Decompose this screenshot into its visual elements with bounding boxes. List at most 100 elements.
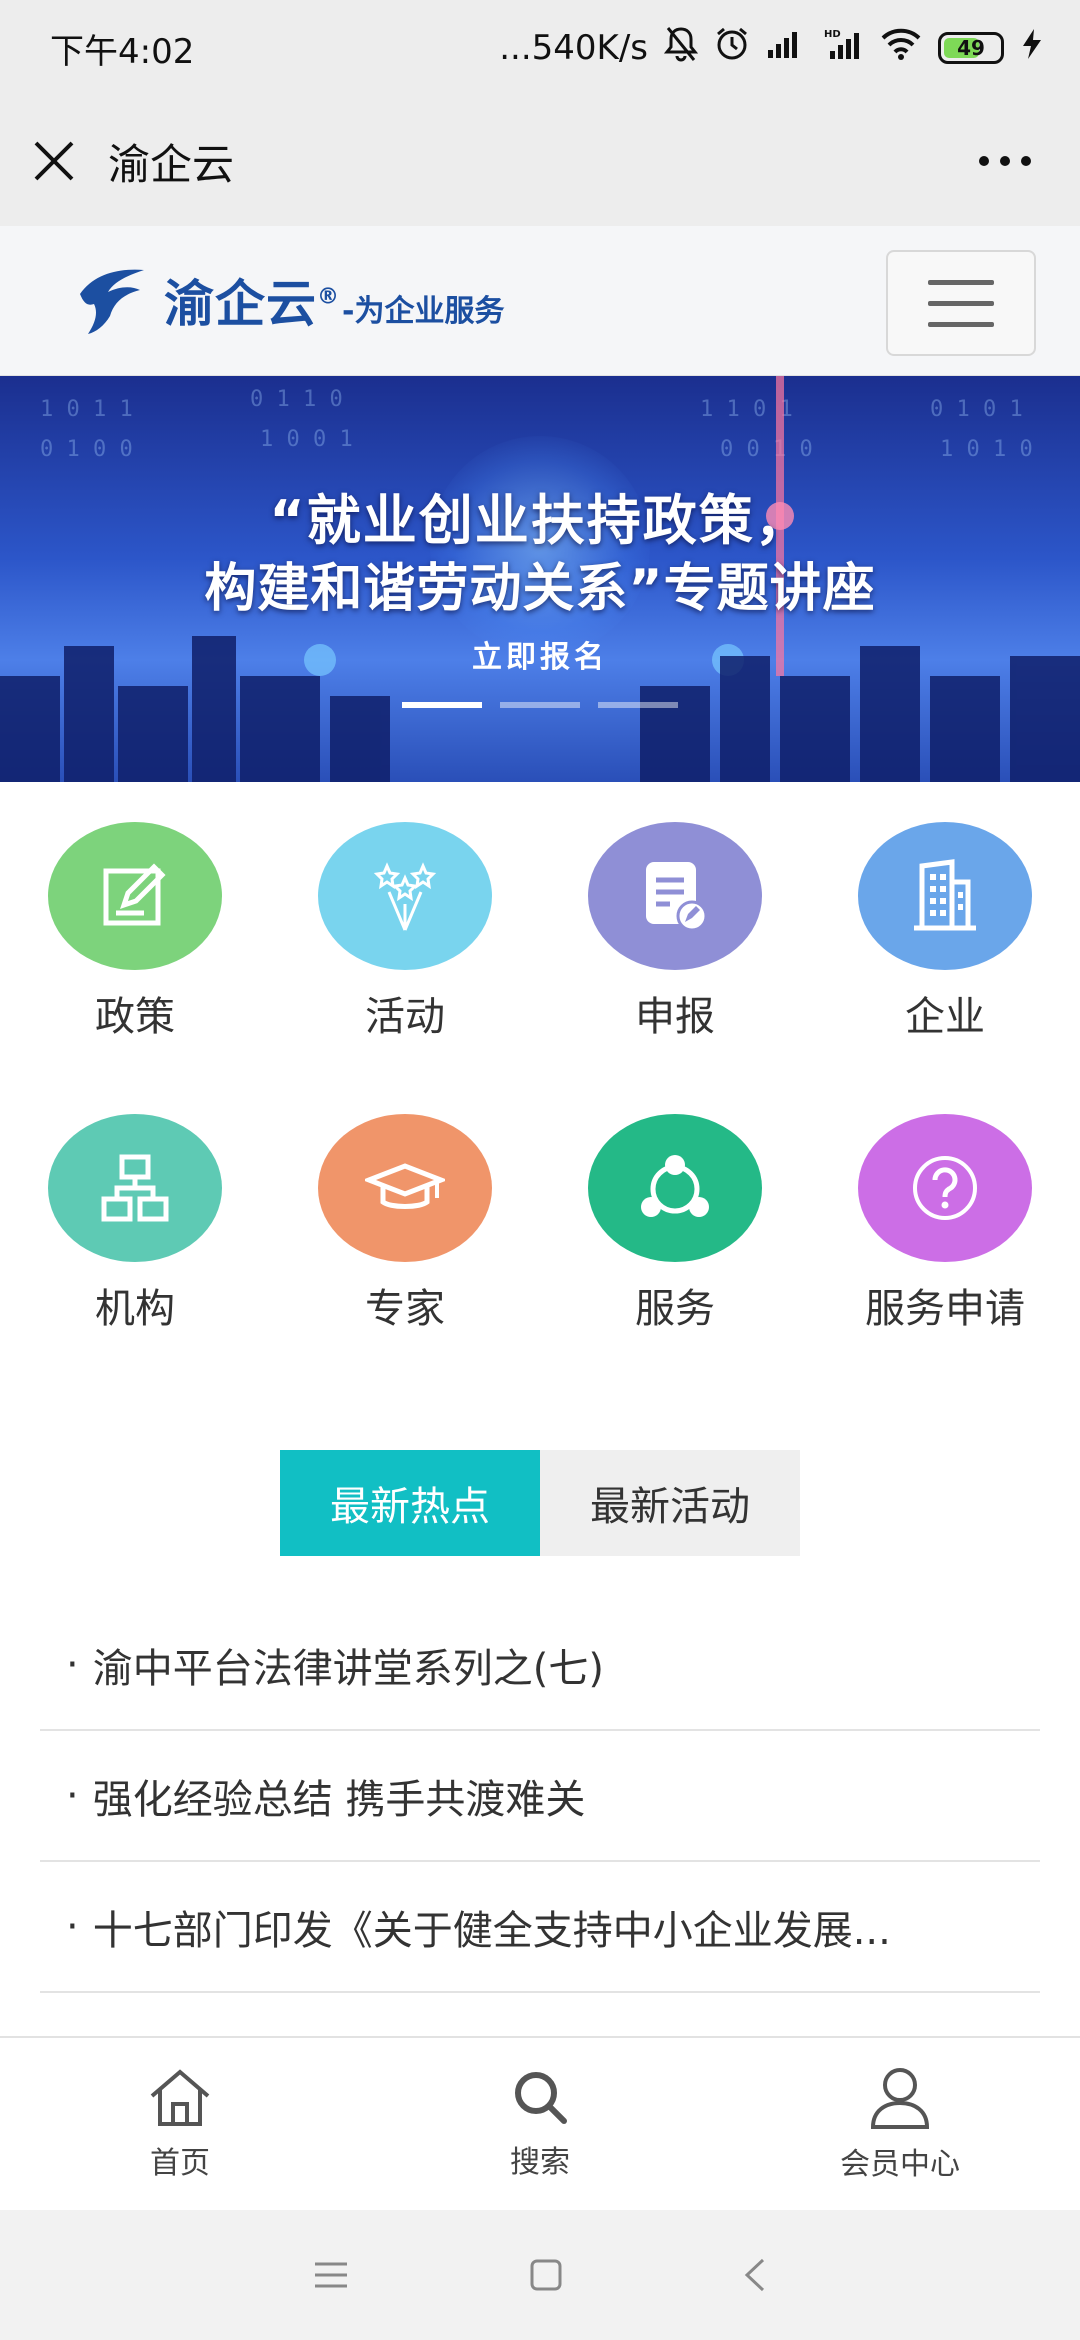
grid-item-enterprise[interactable]: 企业 xyxy=(810,782,1080,1042)
logo-name: 渝企云® xyxy=(164,275,340,333)
menu-bar xyxy=(928,300,994,306)
nav-member-center[interactable]: 会员中心 xyxy=(720,2038,1080,2210)
menu-bar xyxy=(928,279,994,285)
grid-item-circle xyxy=(48,1114,222,1262)
bullet: · xyxy=(66,1903,79,1950)
list-item[interactable]: · 十七部门印发《关于健全支持中小企业发展... xyxy=(40,1862,1040,1993)
fireworks-icon xyxy=(373,862,437,931)
network-speed: ...540K/s xyxy=(499,28,648,68)
charging-icon xyxy=(1020,27,1044,70)
svg-text:HD: HD xyxy=(824,29,841,40)
graduation-cap-icon xyxy=(365,1163,445,1209)
bullet: · xyxy=(66,1641,79,1688)
app-title-bar: 渝企云 xyxy=(0,96,1080,226)
status-bar: 下午4:02 ...540K/s HD 49 xyxy=(0,0,1080,96)
document-edit-icon xyxy=(646,862,708,932)
list-item[interactable]: · 强化经验总结 携手共渡难关 xyxy=(40,1731,1040,1862)
news-title: 十七部门印发《关于健全支持中小企业发展... xyxy=(92,1907,891,1954)
logo-eagle-icon xyxy=(80,269,144,334)
banner-register-button[interactable]: 立即报名 xyxy=(0,632,1080,676)
svg-text:0 0 1 0: 0 0 1 0 xyxy=(720,437,813,462)
close-icon xyxy=(34,141,74,181)
carousel-indicators xyxy=(0,702,1080,708)
system-back-icon[interactable] xyxy=(743,2257,767,2293)
svg-text:0 1 0 0: 0 1 0 0 xyxy=(40,437,133,462)
system-menu-icon[interactable] xyxy=(313,2260,349,2290)
site-logo[interactable]: 渝企云® -为企业服务 xyxy=(74,264,504,336)
grid-item-circle xyxy=(588,822,762,970)
menu-bar xyxy=(928,321,994,327)
nav-home[interactable]: 首页 xyxy=(0,2038,360,2210)
svg-text:1 0 0 1: 1 0 0 1 xyxy=(260,427,353,452)
building-icon xyxy=(914,859,976,931)
system-nav-bar xyxy=(0,2210,1080,2340)
grid-item-circle xyxy=(318,822,492,970)
network-icon xyxy=(641,1155,709,1217)
news-list: · 渝中平台法律讲堂系列之(七) · 强化经验总结 携手共渡难关 · 十七部门印… xyxy=(40,1600,1040,1993)
grid-item-policy[interactable]: 政策 xyxy=(0,782,270,1042)
home-icon xyxy=(150,2069,210,2126)
news-title: 渝中平台法律讲堂系列之(七) xyxy=(92,1645,604,1692)
system-home-icon[interactable] xyxy=(529,2258,563,2292)
nav-label: 首页 xyxy=(150,2146,210,2181)
grid-item-label: 企业 xyxy=(905,994,985,1040)
grid-item-label: 服务 xyxy=(635,1286,715,1332)
grid-item-label: 机构 xyxy=(95,1286,175,1332)
grid-item-declaration[interactable]: 申报 xyxy=(540,782,810,1042)
tab-latest-hot[interactable]: 最新热点 xyxy=(280,1450,540,1556)
banner-headline-2: 构建和谐劳动关系”专题讲座 xyxy=(204,559,876,619)
carousel-dot-2[interactable] xyxy=(500,702,580,708)
carousel-dot-3[interactable] xyxy=(598,702,678,708)
hamburger-menu-button[interactable] xyxy=(886,250,1036,356)
status-icons: ...540K/s HD 49 xyxy=(499,26,1044,71)
grid-item-circle xyxy=(318,1114,492,1262)
grid-item-service-application[interactable]: 服务申请 xyxy=(810,1074,1080,1334)
page-title: 渝企云 xyxy=(108,139,235,189)
category-grid: 政策 活动 申报 企业 机构 专家 服务 服务申请 xyxy=(0,782,1080,1362)
nav-label: 搜索 xyxy=(510,2145,570,2180)
carousel-dot-1[interactable] xyxy=(402,702,482,708)
hd-signal-icon: HD xyxy=(822,27,864,70)
grid-item-circle xyxy=(858,822,1032,970)
grid-item-institution[interactable]: 机构 xyxy=(0,1074,270,1334)
wifi-icon xyxy=(880,27,922,70)
grid-item-label: 专家 xyxy=(365,1286,445,1332)
grid-item-activity[interactable]: 活动 xyxy=(270,782,540,1042)
svg-text:0 1 1 0: 0 1 1 0 xyxy=(250,387,343,412)
svg-text:1 0 1 1: 1 0 1 1 xyxy=(40,397,133,422)
site-header: 渝企云® -为企业服务 xyxy=(0,226,1080,376)
tab-latest-activities[interactable]: 最新活动 xyxy=(540,1450,800,1556)
bullet: · xyxy=(66,1772,79,1819)
list-item[interactable]: · 渝中平台法律讲堂系列之(七) xyxy=(40,1600,1040,1731)
bottom-nav: 首页 搜索 会员中心 xyxy=(0,2036,1080,2210)
alarm-icon xyxy=(714,26,750,71)
search-icon xyxy=(515,2072,567,2124)
mute-bell-icon xyxy=(663,26,699,71)
svg-text:1 0 1 0: 1 0 1 0 xyxy=(940,437,1033,462)
banner-headline-1: “就业创业扶持政策， xyxy=(269,489,811,552)
grid-item-expert[interactable]: 专家 xyxy=(270,1074,540,1334)
battery-level: 49 xyxy=(957,36,985,60)
battery-indicator: 49 xyxy=(938,32,1004,64)
grid-item-circle xyxy=(48,822,222,970)
close-button[interactable] xyxy=(0,96,108,226)
logo-slogan: -为企业服务 xyxy=(342,294,505,329)
grid-item-circle xyxy=(588,1114,762,1262)
grid-item-service[interactable]: 服务 xyxy=(540,1074,810,1334)
nav-label: 会员中心 xyxy=(840,2147,960,2182)
grid-item-label: 政策 xyxy=(95,994,175,1040)
news-title: 强化经验总结 携手共渡难关 xyxy=(92,1776,586,1823)
grid-item-circle xyxy=(858,1114,1032,1262)
question-icon xyxy=(913,1156,977,1220)
more-dots-icon xyxy=(979,156,1031,166)
svg-text:0 1 0 1: 0 1 0 1 xyxy=(930,397,1023,422)
grid-item-label: 活动 xyxy=(365,994,445,1040)
nav-search[interactable]: 搜索 xyxy=(360,2038,720,2210)
user-icon xyxy=(870,2068,930,2129)
status-time: 下午4:02 xyxy=(50,31,195,72)
promo-banner[interactable]: 1 0 1 10 1 0 0 0 1 1 01 0 0 1 1 1 0 10 0… xyxy=(0,376,1080,782)
policy-edit-icon xyxy=(103,863,166,926)
more-options-button[interactable] xyxy=(950,96,1060,226)
grid-item-label: 服务申请 xyxy=(865,1286,1025,1332)
signal-icon xyxy=(766,28,806,69)
